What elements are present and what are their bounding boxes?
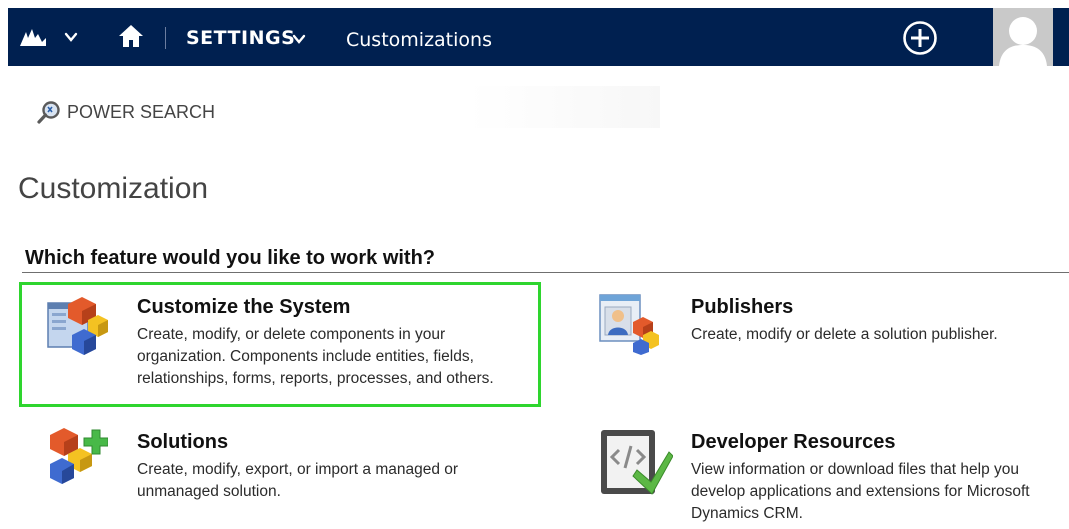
- customize-system-tile[interactable]: Customize the System Create, modify, or …: [19, 282, 541, 407]
- top-navigation-bar: SETTINGS Customizations: [8, 8, 1069, 66]
- user-avatar[interactable]: [993, 8, 1053, 66]
- publishers-icon: [599, 294, 659, 355]
- power-search-label: POWER SEARCH: [67, 101, 216, 122]
- customize-system-icon: [47, 297, 108, 355]
- plus-circle-icon[interactable]: [902, 20, 938, 56]
- power-search-button[interactable]: POWER SEARCH: [36, 100, 215, 124]
- publishers-tile[interactable]: Publishers Create, modify or delete a so…: [595, 285, 1065, 395]
- publishers-description: Create, modify or delete a solution publ…: [691, 326, 998, 343]
- solutions-description: Create, modify, export, or import a mana…: [137, 461, 459, 500]
- power-search-icon: [37, 101, 60, 124]
- publishers-title[interactable]: Publishers: [691, 296, 793, 319]
- nav-divider: [165, 27, 166, 49]
- developer-resources-tile[interactable]: Developer Resources View information or …: [595, 420, 1069, 529]
- chevron-down-icon[interactable]: [292, 32, 306, 46]
- settings-area-menu[interactable]: SETTINGS: [186, 27, 295, 49]
- page-left-margin: [0, 0, 8, 529]
- dynamics-logo-icon[interactable]: [18, 26, 48, 48]
- section-heading: Which feature would you like to work wit…: [25, 247, 436, 269]
- developer-resources-description: View information or download files that …: [691, 461, 1030, 522]
- developer-resources-icon: [601, 430, 673, 495]
- section-divider: [22, 272, 1069, 273]
- customize-system-description: Create, modify, or delete components in …: [137, 326, 494, 387]
- solutions-tile[interactable]: Solutions Create, modify, export, or imp…: [22, 420, 544, 520]
- breadcrumb-customizations[interactable]: Customizations: [346, 29, 492, 51]
- solutions-title[interactable]: Solutions: [137, 431, 228, 454]
- developer-resources-title[interactable]: Developer Resources: [691, 431, 896, 454]
- solutions-icon: [50, 428, 108, 484]
- chevron-down-icon[interactable]: [64, 30, 78, 44]
- home-icon[interactable]: [118, 23, 144, 49]
- customize-system-title[interactable]: Customize the System: [137, 296, 350, 319]
- page-title: Customization: [18, 172, 209, 205]
